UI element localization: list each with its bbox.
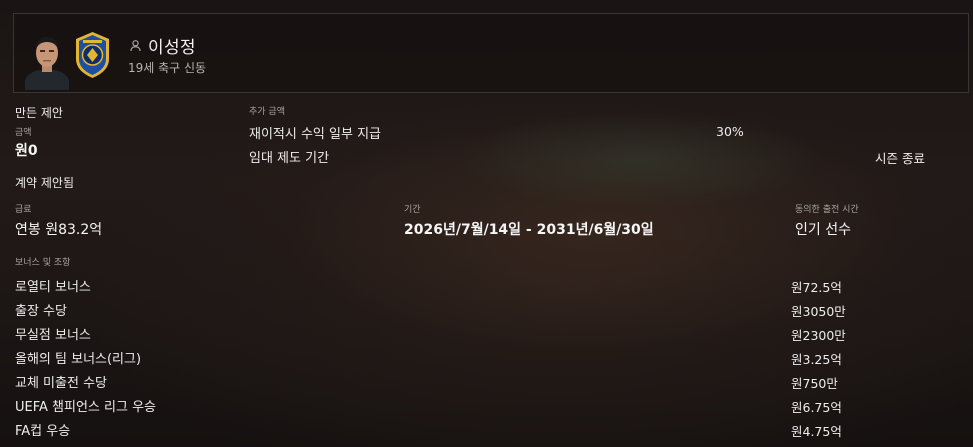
bonus-row-value: 원72.5억 bbox=[791, 280, 842, 295]
bonus-row-label: 교체 미출전 수당 bbox=[15, 376, 107, 391]
offer-amount-value: 원0 bbox=[15, 143, 38, 159]
bonus-row-label: 무실점 보너스 bbox=[15, 328, 91, 343]
bonuses-heading: 보너스 및 조항 bbox=[15, 258, 71, 268]
bonus-row-value: 원3050만 bbox=[791, 304, 846, 319]
player-header: 이성정 19세 축구 신동 bbox=[13, 13, 969, 93]
club-crest-icon[interactable] bbox=[75, 31, 110, 79]
extra-row-label: 재이적시 수익 일부 지급 bbox=[249, 127, 381, 142]
period-value: 2026년/7월/14일 - 2031년/6월/30일 bbox=[404, 222, 654, 238]
person-icon bbox=[130, 40, 141, 51]
playtime-value: 인기 선수 bbox=[795, 222, 851, 238]
bonus-row-label: UEFA 챔피언스 리그 우승 bbox=[15, 400, 156, 415]
bonus-row-label: FA컵 우승 bbox=[15, 424, 71, 439]
extra-row-label: 임대 제도 기간 bbox=[249, 151, 330, 166]
bonus-row-value: 원2300만 bbox=[791, 328, 846, 343]
bonus-row-label: 올해의 팀 보너스(리그) bbox=[15, 352, 142, 367]
player-subtitle: 19세 축구 신동 bbox=[128, 61, 207, 75]
player-name[interactable]: 이성정 bbox=[148, 33, 196, 58]
bonus-row-value: 원6.75억 bbox=[791, 400, 842, 415]
bonus-row-value: 원750만 bbox=[791, 376, 838, 391]
extra-heading: 추가 금액 bbox=[249, 107, 285, 117]
offer-heading: 만든 제안 bbox=[15, 106, 63, 120]
player-name-row: 이성정 bbox=[130, 33, 196, 58]
player-avatar[interactable] bbox=[25, 32, 69, 90]
bonus-row-value: 원3.25억 bbox=[791, 352, 842, 367]
salary-label: 급료 bbox=[15, 205, 32, 215]
bonus-row-label: 로열티 보너스 bbox=[15, 280, 91, 295]
salary-value: 연봉 원83.2억 bbox=[15, 222, 103, 238]
playtime-label: 동의한 출전 시간 bbox=[795, 205, 859, 215]
period-label: 기간 bbox=[404, 205, 421, 215]
bonus-row-label: 출장 수당 bbox=[15, 304, 67, 319]
extra-row-value: 시즌 종료 bbox=[875, 151, 925, 166]
offer-amount-label: 금액 bbox=[15, 128, 32, 138]
contract-heading: 계약 제안됨 bbox=[15, 176, 75, 190]
bonus-row-value: 원4.75억 bbox=[791, 424, 842, 439]
extra-row-value: 30% bbox=[716, 124, 744, 139]
